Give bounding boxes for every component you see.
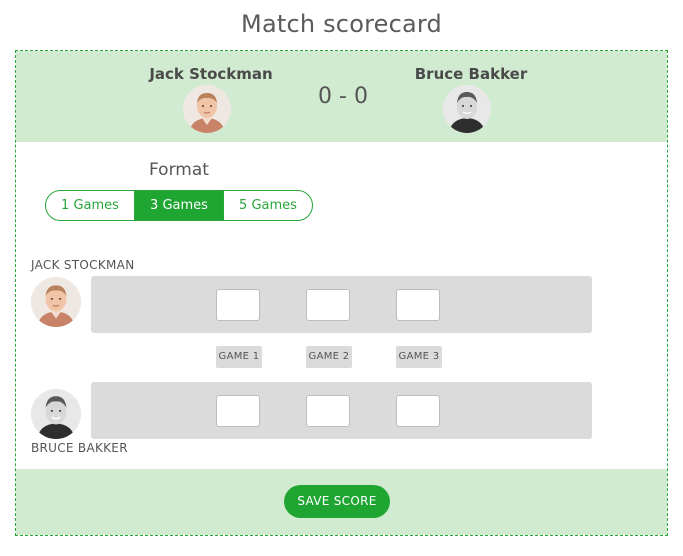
player2-avatar-icon <box>443 85 491 133</box>
player1-avatar-icon <box>183 85 231 133</box>
format-option-3-games[interactable]: 3 Games <box>135 191 224 220</box>
format-option-1-games[interactable]: 1 Games <box>46 191 135 220</box>
scorecard-panel: Jack Stockman 0 - 0 Bruce Bakker Format … <box>15 50 668 536</box>
player2-row-avatar <box>31 389 81 439</box>
game-1-label: GAME 1 <box>218 351 260 362</box>
page-title: Match scorecard <box>241 10 442 38</box>
player2-game2-score-input[interactable] <box>306 395 350 427</box>
player1-avatar <box>183 85 231 133</box>
format-label: Format <box>149 160 209 180</box>
player2-score-track <box>91 382 592 439</box>
player2-avatar <box>443 85 491 133</box>
player2-name: Bruce Bakker <box>414 65 528 83</box>
player1-game3-score-input[interactable] <box>396 289 440 321</box>
match-score: 0 - 0 <box>318 84 368 109</box>
player1-score-track <box>91 276 592 333</box>
player1-name: Jack Stockman <box>149 65 273 83</box>
player2-row-label: BRUCE BAKKER <box>31 441 128 455</box>
player1-game1-score-input[interactable] <box>216 289 260 321</box>
player1-row-avatar-icon <box>31 277 81 327</box>
player2-game1-score-input[interactable] <box>216 395 260 427</box>
format-selector: 1 Games 3 Games 5 Games <box>45 190 313 221</box>
match-header: Jack Stockman 0 - 0 Bruce Bakker <box>16 51 667 142</box>
game-3-tag: GAME 3 <box>396 346 442 368</box>
player2-game3-score-input[interactable] <box>396 395 440 427</box>
player1-row-avatar <box>31 277 81 327</box>
player1-row-label: JACK STOCKMAN <box>31 258 135 272</box>
player1-game2-score-input[interactable] <box>306 289 350 321</box>
save-score-button[interactable]: SAVE SCORE <box>284 485 390 518</box>
game-2-tag: GAME 2 <box>306 346 352 368</box>
format-option-5-games[interactable]: 5 Games <box>224 191 312 220</box>
game-3-label: GAME 3 <box>398 351 440 362</box>
game-1-tag: GAME 1 <box>216 346 262 368</box>
player2-row-avatar-icon <box>31 389 81 439</box>
game-2-label: GAME 2 <box>308 351 350 362</box>
